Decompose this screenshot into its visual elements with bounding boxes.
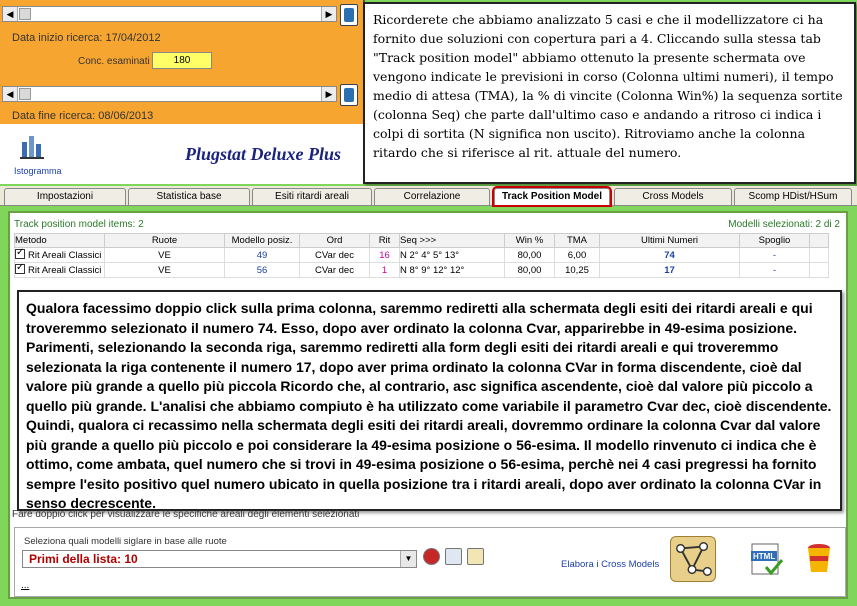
conc-label: Conc. esaminati: [78, 56, 150, 67]
network-icon[interactable]: [670, 536, 716, 582]
cell-win: 80,00: [504, 247, 555, 263]
col-win[interactable]: Win %: [504, 233, 555, 248]
tab-correlazione[interactable]: Correlazione: [374, 188, 490, 205]
cell-metodo: Rit Areali Classici: [28, 250, 102, 261]
more-link[interactable]: ...: [21, 580, 29, 591]
tab-track-position-model[interactable]: Track Position Model: [492, 186, 612, 207]
cell-modello: 49: [224, 247, 300, 263]
table-row[interactable]: Rit Areali Classici VE 49 CVar dec 16 N …: [14, 247, 829, 263]
bucket-icon[interactable]: [805, 542, 833, 574]
track-model-table: Metodo Ruote Modello posiz. Ord Rit Seq …: [14, 233, 829, 278]
cell-spoglio: -: [739, 247, 810, 263]
slider-left-arrow[interactable]: ◀: [3, 7, 18, 21]
slider-left-arrow[interactable]: ◀: [3, 87, 18, 101]
database-icon[interactable]: [340, 84, 358, 106]
html-export-icon[interactable]: HTML: [750, 542, 784, 576]
app-brand: Plugstat Deluxe Plus: [185, 144, 342, 164]
cell-spoglio: -: [739, 262, 810, 278]
cell-ultimi: 74: [599, 247, 740, 263]
col-ultimi-numeri[interactable]: Ultimi Numeri: [599, 233, 740, 248]
cell-ruote: VE: [104, 262, 225, 278]
col-spoglio[interactable]: Spoglio: [739, 233, 810, 248]
cell-tma: 10,25: [554, 262, 600, 278]
histogram-label[interactable]: Istogramma: [14, 166, 62, 176]
tab-bar: Impostazioni Statistica base Esiti ritar…: [0, 186, 857, 207]
chevron-down-icon[interactable]: ▼: [400, 551, 416, 567]
annotation-note-top: Ricorderete che abbiamo analizzato 5 cas…: [363, 2, 856, 184]
table-row[interactable]: Rit Areali Classici VE 56 CVar dec 1 N 8…: [14, 262, 829, 278]
elabora-cross-models-link[interactable]: Elabora i Cross Models: [561, 559, 659, 570]
annotation-note-main: Qualora facessimo doppio click sulla pri…: [17, 290, 842, 511]
cell-filler: [809, 247, 829, 263]
tab-esiti-ritardi-areali[interactable]: Esiti ritardi areali: [252, 188, 372, 205]
col-modello[interactable]: Modello posiz.: [224, 233, 300, 248]
col-metodo[interactable]: Metodo: [14, 233, 105, 248]
cross-models-panel: Seleziona quali modelli siglare in base …: [14, 527, 846, 597]
cell-ord: CVar dec: [299, 247, 370, 263]
slider-thumb[interactable]: [19, 88, 31, 100]
cell-seq: N 8° 9° 12° 12°: [399, 262, 505, 278]
filter-panel: ◀ ▶ Data inizio ricerca: 17/04/2012 Conc…: [0, 0, 365, 184]
gear-icon[interactable]: [423, 548, 440, 565]
dropdown-value: Primi della lista: 10: [29, 552, 138, 566]
cell-win: 80,00: [504, 262, 555, 278]
cell-modello: 56: [224, 262, 300, 278]
cell-rit: 1: [369, 262, 400, 278]
slider-right-arrow[interactable]: ▶: [321, 87, 336, 101]
slider-thumb[interactable]: [19, 8, 31, 20]
conc-input[interactable]: 180: [152, 52, 212, 69]
tab-impostazioni[interactable]: Impostazioni: [4, 188, 126, 205]
start-date-label: Data inizio ricerca: 17/04/2012: [12, 32, 161, 44]
end-date-label: Data fine ricerca: 08/06/2013: [12, 110, 154, 122]
select-models-label: Seleziona quali modelli siglare in base …: [24, 536, 227, 547]
col-seq[interactable]: Seq >>>: [399, 233, 505, 248]
cell-ruote: VE: [104, 247, 225, 263]
col-ord[interactable]: Ord: [299, 233, 370, 248]
cell-metodo: Rit Areali Classici: [28, 265, 102, 276]
slider-right-arrow[interactable]: ▶: [321, 7, 336, 21]
histogram-icon[interactable]: [18, 132, 48, 160]
cell-rit: 16: [369, 247, 400, 263]
cell-seq: N 2° 4° 5° 13°: [399, 247, 505, 263]
table-header: Metodo Ruote Modello posiz. Ord Rit Seq …: [14, 233, 829, 248]
cell-ord: CVar dec: [299, 262, 370, 278]
edit-icon[interactable]: [467, 548, 484, 565]
row-checkbox[interactable]: [15, 247, 25, 259]
double-click-hint: Fare doppio click per visualizzare le sp…: [12, 509, 360, 520]
svg-text:HTML: HTML: [753, 552, 775, 561]
row-checkbox[interactable]: [15, 262, 25, 274]
col-filler: [809, 233, 829, 248]
cell-filler: [809, 262, 829, 278]
tab-scomp-hdist-hsum[interactable]: Scomp HDist/HSum: [734, 188, 852, 205]
database-icon[interactable]: [340, 4, 358, 26]
col-tma[interactable]: TMA: [554, 233, 600, 248]
end-date-slider[interactable]: ◀ ▶: [2, 86, 337, 102]
tab-statistica-base[interactable]: Statistica base: [128, 188, 250, 205]
models-dropdown[interactable]: Primi della lista: 10 ▼: [22, 550, 417, 568]
cell-tma: 6,00: [554, 247, 600, 263]
items-count: Track position model items: 2: [14, 219, 144, 230]
col-rit[interactable]: Rit: [369, 233, 400, 248]
col-ruote[interactable]: Ruote: [104, 233, 225, 248]
grid-icon[interactable]: [445, 548, 462, 565]
models-selected: Modelli selezionati: 2 di 2: [728, 219, 840, 230]
tab-cross-models[interactable]: Cross Models: [614, 188, 732, 205]
cell-ultimi: 17: [599, 262, 740, 278]
start-date-slider[interactable]: ◀ ▶: [2, 6, 337, 22]
brand-bar: Istogramma Plugstat Deluxe Plus: [0, 124, 365, 184]
